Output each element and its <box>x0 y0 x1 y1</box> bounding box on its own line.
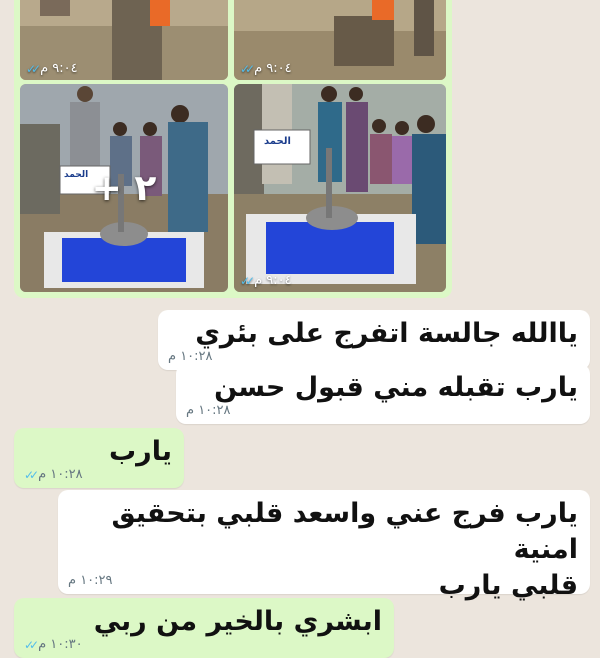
photo-tile-1[interactable]: ٩:٠٤ م ✓✓ <box>20 0 228 80</box>
photo-tile-2[interactable]: ٩:٠٤ م ✓✓ <box>234 0 446 80</box>
outgoing-message-bubble[interactable]: ابشري بالخير من ربي ١٠:٣٠ م ✓✓ <box>14 598 394 658</box>
outgoing-message-bubble[interactable]: يارب ١٠:٢٨ م ✓✓ <box>14 428 184 488</box>
photo-4-image <box>234 84 446 292</box>
message-timestamp: ١٠:٢٨ م <box>168 349 213 364</box>
sign-label: الحمد <box>264 136 291 147</box>
more-photos-count: + ٢ <box>91 167 157 209</box>
photo-2-timestamp: ٩:٠٤ م ✓✓ <box>240 61 292 76</box>
photo-tile-4[interactable]: الحمد ٩:٠٤ م ✓✓ <box>234 84 446 292</box>
message-text: يارب <box>109 436 172 467</box>
message-timestamp: ١٠:٢٩ م <box>68 573 113 588</box>
message-text-line-1: يارب فرج عني واسعد قلبي بتحقيق امنية <box>111 498 578 565</box>
media-album-bubble[interactable]: ٩:٠٤ م ✓✓ ٩:٠٤ م ✓✓ + ٢ الحمد الحمد ٩:٠٤… <box>14 0 452 298</box>
read-receipt-icon: ✓✓ <box>240 273 255 288</box>
sign-label: الحمد <box>64 170 89 180</box>
message-timestamp: ١٠:٣٠ م ✓✓ <box>24 637 83 652</box>
read-receipt-icon: ✓✓ <box>26 61 41 76</box>
photo-4-timestamp: ٩:٠٤ م ✓✓ <box>240 273 292 288</box>
message-text: يارب تقبله مني قبول حسن <box>214 372 578 403</box>
incoming-message-bubble[interactable]: يارب فرج عني واسعد قلبي بتحقيق امنية قلب… <box>58 490 590 601</box>
incoming-message-bubble[interactable]: يارب تقبله مني قبول حسن ١٠:٢٨ م <box>176 364 590 424</box>
photo-tile-3[interactable]: + ٢ الحمد <box>20 84 228 292</box>
message-timestamp: ١٠:٢٨ م <box>186 403 231 418</box>
read-receipt-icon: ✓✓ <box>24 467 39 482</box>
message-text: ياالله جالسة اتفرج على بئري <box>195 318 578 349</box>
incoming-message-bubble[interactable]: ياالله جالسة اتفرج على بئري ١٠:٢٨ م <box>158 310 590 370</box>
read-receipt-icon: ✓✓ <box>240 61 255 76</box>
message-text: ابشري بالخير من ربي <box>93 606 382 637</box>
photo-1-timestamp: ٩:٠٤ م ✓✓ <box>26 61 78 76</box>
message-timestamp: ١٠:٢٨ م ✓✓ <box>24 467 83 482</box>
read-receipt-icon: ✓✓ <box>24 637 39 652</box>
